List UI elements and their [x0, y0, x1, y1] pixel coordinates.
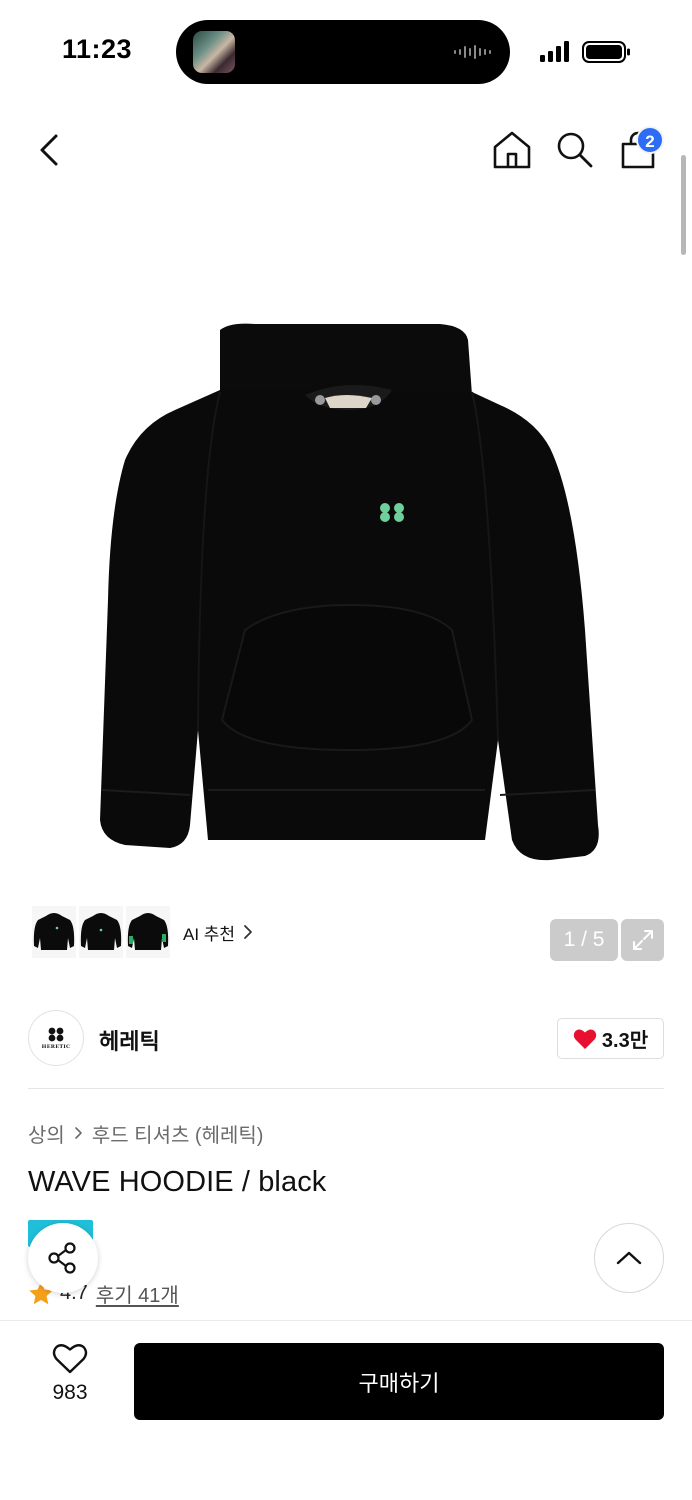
expand-image-button[interactable]	[621, 919, 664, 961]
recommend-thumbnail[interactable]	[79, 906, 123, 958]
home-icon	[493, 131, 531, 169]
cart-count-badge: 2	[636, 126, 664, 154]
breadcrumb-item[interactable]: 상의	[28, 1119, 65, 1148]
ai-recommend-label: AI 추천	[183, 924, 236, 944]
scroll-to-top-button[interactable]	[594, 1223, 664, 1293]
heart-outline-icon	[52, 1344, 88, 1374]
dynamic-island[interactable]	[176, 20, 510, 84]
category-breadcrumb: 상의 후드 티셔츠 (헤레틱)	[28, 1119, 264, 1148]
ai-recommend-chip[interactable]: AI 추천	[28, 902, 266, 962]
home-button[interactable]	[486, 124, 538, 176]
product-image[interactable]	[80, 300, 620, 880]
brand-name[interactable]: 헤레틱	[99, 1024, 160, 1056]
brand-logo-mark	[48, 1027, 64, 1041]
share-icon	[48, 1242, 76, 1274]
brand-like-button[interactable]: 3.3만	[557, 1018, 664, 1059]
hoodie-thumbnail-icon	[127, 913, 169, 950]
status-time: 11:23	[62, 34, 133, 64]
brand-logo-text: HERETIC	[41, 1043, 71, 1050]
battery-icon	[582, 41, 630, 63]
wishlist-button[interactable]: 983	[30, 1343, 110, 1413]
cart-button[interactable]: 2	[612, 124, 664, 176]
chevron-right-icon	[244, 925, 252, 939]
status-bar: 11:23	[0, 0, 692, 100]
chevron-up-icon	[616, 1251, 642, 1265]
cellular-signal-icon	[540, 41, 569, 62]
audio-wave-icon	[454, 45, 491, 59]
review-count-link[interactable]: 후기 41개	[96, 1279, 179, 1308]
recommend-thumbnail[interactable]	[126, 906, 170, 958]
search-button[interactable]	[549, 124, 601, 176]
wishlist-count: 983	[52, 1381, 88, 1404]
brand-logo[interactable]: HERETIC	[28, 1010, 84, 1066]
back-button[interactable]	[24, 124, 76, 176]
expand-icon	[632, 930, 653, 950]
share-button[interactable]	[28, 1223, 98, 1293]
heart-filled-icon	[573, 1029, 597, 1049]
hoodie-illustration	[100, 323, 599, 861]
section-divider	[28, 1088, 664, 1089]
brand-like-count: 3.3만	[601, 1030, 649, 1052]
search-icon	[557, 132, 593, 168]
now-playing-artwork	[193, 31, 235, 73]
bottom-purchase-bar: 983 구매하기	[0, 1320, 692, 1500]
status-icons	[540, 41, 630, 63]
back-chevron-icon	[40, 134, 58, 166]
top-navigation: 2	[0, 112, 692, 188]
image-page-counter: 1 / 5	[550, 919, 618, 961]
hoodie-thumbnail-icon	[80, 913, 122, 950]
recommend-thumbnail[interactable]	[32, 906, 76, 958]
hoodie-thumbnail-icon	[33, 913, 75, 950]
breadcrumb-item[interactable]: 후드 티셔츠 (헤레틱)	[92, 1119, 264, 1148]
product-title: WAVE HOODIE / black	[28, 1166, 327, 1198]
chevron-right-icon	[74, 1126, 83, 1140]
brand-row[interactable]: HERETIC 헤레틱 3.3만	[28, 1010, 664, 1070]
scroll-indicator	[681, 155, 686, 255]
buy-button[interactable]: 구매하기	[134, 1343, 664, 1420]
